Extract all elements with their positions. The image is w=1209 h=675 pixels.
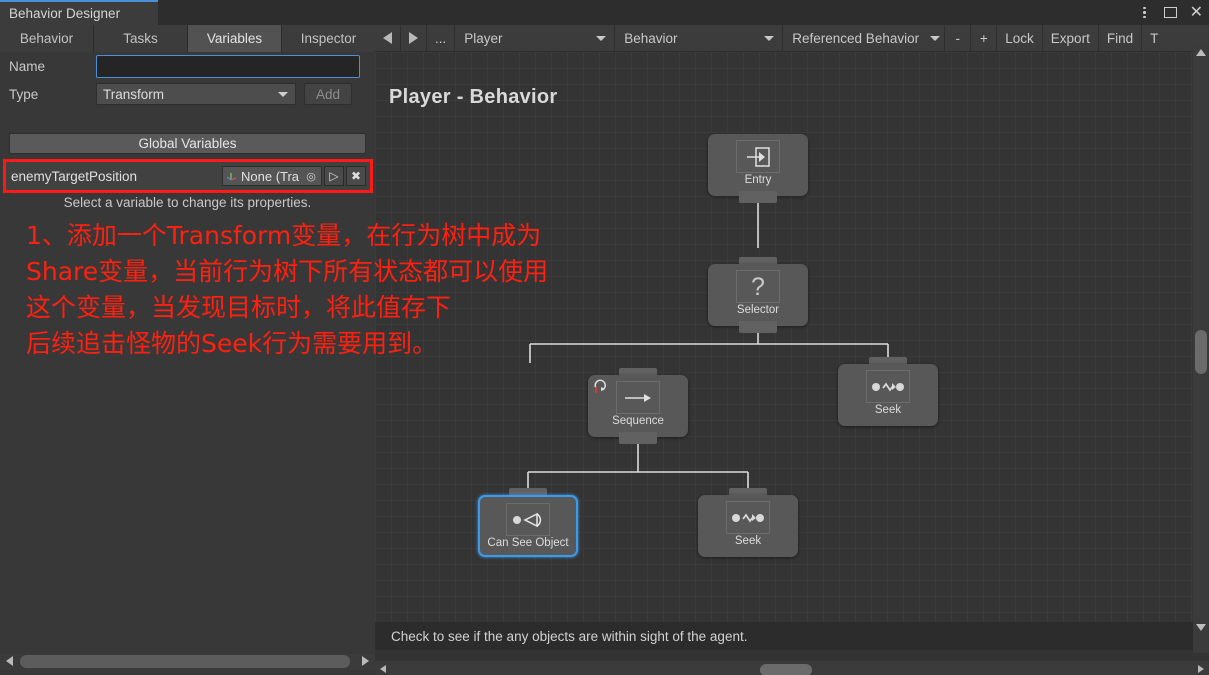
left-scroll-thumb[interactable] — [20, 655, 350, 668]
chevron-down-icon — [278, 92, 288, 97]
right-arrow-icon — [616, 381, 660, 414]
object-picker-icon[interactable]: ◎ — [302, 167, 321, 185]
play-triangle-icon[interactable]: ▷ — [324, 166, 344, 186]
scroll-left-arrow-icon[interactable] — [380, 665, 386, 673]
repeat-decorator-icon — [592, 378, 608, 398]
close-x-icon[interactable]: ✖ — [346, 166, 366, 186]
behavior-dropdown-value: Behavior — [624, 30, 678, 46]
find-button[interactable]: Find — [1099, 25, 1143, 51]
referenced-behavior-value: Referenced Behavior — [792, 30, 920, 46]
tab-behavior-label: Behavior — [19, 31, 74, 46]
close-icon[interactable]: ✕ — [1190, 4, 1203, 21]
node-can-see-object[interactable]: Can See Object — [478, 488, 578, 557]
maximize-icon[interactable] — [1163, 7, 1177, 18]
variable-row[interactable]: enemyTargetPosition None (Tra ◎ ▷ ✖ — [6, 162, 370, 190]
behavior-dropdown[interactable]: Behavior — [615, 25, 784, 51]
tab-inspector[interactable]: Inspector — [282, 25, 375, 52]
object-dropdown[interactable]: Player — [455, 25, 616, 51]
seek-path-icon — [866, 370, 910, 403]
chevron-down-icon — [764, 36, 775, 41]
graph-horizontal-scrollbar[interactable] — [375, 661, 1209, 675]
right-vertical-scrollbar[interactable] — [1193, 45, 1209, 653]
variable-name-label: enemyTargetPosition — [11, 168, 138, 184]
global-variables-button[interactable]: Global Variables — [9, 133, 366, 154]
tab-tasks-label: Tasks — [123, 31, 158, 46]
node-output-nub — [739, 321, 777, 333]
tab-tasks[interactable]: Tasks — [94, 25, 188, 52]
kebab-menu-icon[interactable] — [1139, 6, 1151, 19]
vision-cone-icon — [506, 503, 550, 536]
node-output-nub — [619, 432, 657, 444]
scroll-up-arrow-icon[interactable] — [1196, 49, 1206, 56]
status-bar: Check to see if the any objects are with… — [375, 622, 1195, 650]
window-tab-label: Behavior Designer — [9, 6, 121, 21]
export-button[interactable]: Export — [1043, 25, 1099, 51]
nav-back-icon — [383, 32, 392, 44]
node-output-nub — [739, 191, 777, 203]
transform-axis-icon — [226, 173, 237, 181]
chevron-down-icon — [596, 36, 607, 41]
entry-arrow-icon — [736, 140, 780, 173]
truncated-button[interactable]: T — [1142, 25, 1166, 51]
node-seek-1[interactable]: Seek — [838, 357, 938, 426]
nav-forward-icon — [409, 32, 418, 44]
breadcrumb-ellipsis[interactable]: ... — [427, 25, 456, 51]
variable-row-highlight: enemyTargetPosition None (Tra ◎ ▷ ✖ — [3, 159, 373, 193]
variable-object-value: None (Tra — [241, 168, 300, 184]
panel-tab-bar: Behavior Tasks Variables Inspector — [0, 25, 375, 52]
chevron-down-icon — [930, 36, 941, 41]
type-dropdown-value: Transform — [103, 86, 165, 102]
object-dropdown-value: Player — [464, 30, 503, 46]
node-seek-2-label: Seek — [734, 535, 762, 547]
tab-variables-label: Variables — [206, 31, 263, 46]
node-entry[interactable]: Entry — [708, 134, 808, 203]
node-sequence[interactable]: Sequence — [588, 368, 688, 444]
node-seek-2[interactable]: Seek — [698, 488, 798, 557]
nav-forward-button[interactable] — [401, 25, 427, 51]
window-titlebar: Behavior Designer ✕ — [0, 0, 1209, 25]
type-row: Type Transform Add — [0, 83, 352, 105]
lock-button[interactable]: Lock — [997, 25, 1043, 51]
vertical-scroll-thumb[interactable] — [1195, 330, 1207, 374]
nav-back-button[interactable] — [375, 25, 401, 51]
zoom-out-button[interactable]: - — [945, 25, 972, 51]
seek-path-icon — [726, 501, 770, 534]
type-dropdown[interactable]: Transform — [96, 83, 296, 105]
type-label: Type — [9, 86, 39, 102]
tab-variables[interactable]: Variables — [188, 25, 282, 52]
variable-object-field[interactable]: None (Tra ◎ — [222, 166, 322, 186]
tab-behavior[interactable]: Behavior — [0, 25, 94, 52]
annotation-text: 1、添加一个Transform变量，在行为树中成为 Share变量，当前行为树下… — [26, 221, 549, 358]
node-entry-label: Entry — [744, 174, 772, 186]
name-input[interactable] — [96, 55, 360, 78]
question-mark-icon: ? — [736, 270, 780, 303]
node-seek-1-label: Seek — [874, 404, 902, 416]
name-label: Name — [9, 59, 46, 74]
node-selector-label: Selector — [736, 304, 780, 316]
page-title: Player - Behavior — [389, 86, 558, 108]
scroll-down-arrow-icon[interactable] — [1196, 624, 1206, 631]
scroll-left-arrow-icon[interactable] — [6, 656, 13, 666]
graph-toolbar: ... Player Behavior Referenced Behavior … — [375, 25, 1209, 52]
status-text: Check to see if the any objects are with… — [391, 628, 748, 644]
tab-inspector-label: Inspector — [300, 31, 357, 46]
graph-scroll-thumb[interactable] — [760, 664, 812, 675]
scroll-right-arrow-icon[interactable] — [1198, 665, 1204, 673]
add-button[interactable]: Add — [304, 83, 352, 105]
name-row: Name — [0, 55, 360, 78]
variable-hint-text: Select a variable to change its properti… — [63, 195, 312, 210]
node-sequence-label: Sequence — [612, 415, 664, 427]
node-can-see-object-label: Can See Object — [487, 537, 569, 549]
scroll-right-arrow-icon[interactable] — [362, 656, 369, 666]
window-tab-behavior-designer[interactable]: Behavior Designer — [0, 0, 158, 25]
zoom-in-button[interactable]: + — [971, 25, 998, 51]
referenced-behavior-dropdown[interactable]: Referenced Behavior — [783, 25, 946, 51]
left-horizontal-scrollbar[interactable] — [0, 650, 375, 675]
